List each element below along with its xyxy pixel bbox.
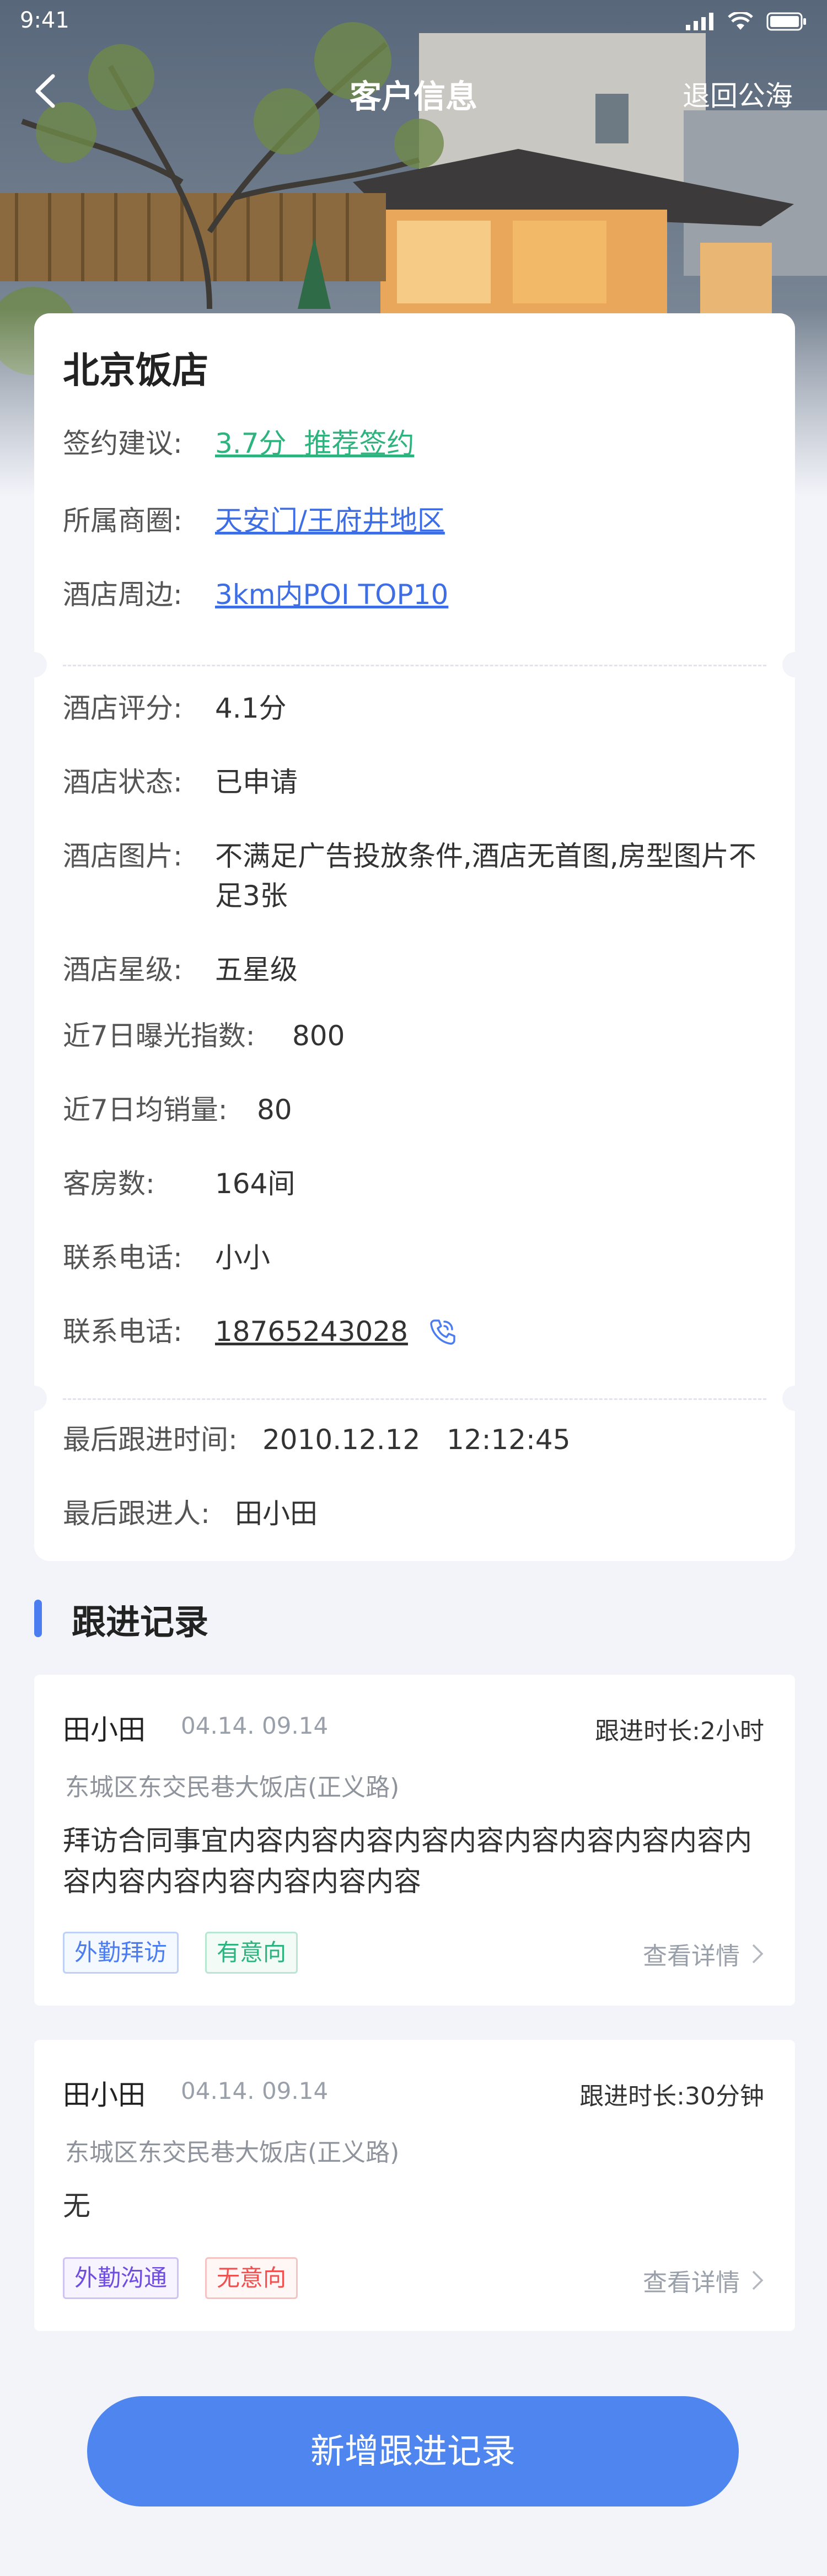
card-notch-left bbox=[22, 652, 47, 677]
business-district-link[interactable]: 天安门/王府井地区 bbox=[215, 501, 445, 541]
dashed-divider bbox=[63, 665, 766, 666]
status-icons bbox=[686, 12, 807, 31]
detail-label: 酒店状态: bbox=[63, 766, 182, 798]
record-person: 田小田 bbox=[63, 1714, 146, 1746]
last-followup-person-value: 田小田 bbox=[235, 1498, 318, 1530]
detail-row-images: 酒店图片: 不满足广告投放条件,酒店无首图,房型图片不足3张 bbox=[63, 836, 774, 916]
return-to-pool-button[interactable]: 退回公海 bbox=[683, 74, 793, 114]
nearby-poi-link[interactable]: 3km内POI TOP10 bbox=[215, 575, 448, 614]
phone-call-icon[interactable] bbox=[427, 1316, 458, 1347]
nearby-poi-row: 酒店周边: 3km内POI TOP10 bbox=[63, 575, 448, 614]
view-detail-link[interactable]: 查看详情 bbox=[643, 2263, 764, 2298]
followup-records-title: 跟进记录 bbox=[72, 1602, 209, 1642]
view-detail-label: 查看详情 bbox=[643, 1942, 740, 1970]
chevron-right-icon bbox=[752, 2270, 764, 2290]
detail-value: 小小 bbox=[215, 1242, 270, 1274]
detail-row-rooms: 客房数: 164间 bbox=[63, 1164, 295, 1204]
record-address: 东城区东交民巷大饭店(正义路) bbox=[65, 2139, 400, 2167]
detail-row-contact-name: 联系电话: 小小 bbox=[63, 1238, 270, 1278]
detail-row-stars: 酒店星级: 五星级 bbox=[63, 950, 298, 990]
signing-suggestion-link[interactable]: 3.7分 推荐签约 bbox=[215, 424, 414, 463]
card-notch-right bbox=[782, 652, 808, 677]
last-followup-time-label: 最后跟进时间: bbox=[63, 1424, 238, 1456]
add-followup-record-button[interactable]: 新增跟进记录 bbox=[87, 2396, 739, 2506]
nearby-poi-label: 酒店周边: bbox=[63, 579, 182, 611]
customer-info-card: 北京饭店 签约建议: 3.7分 推荐签约 所属商圈: 天安门/王府井地区 酒店周… bbox=[22, 313, 808, 1561]
card-notch-left bbox=[22, 1386, 47, 1411]
status-time: 9:41 bbox=[20, 8, 69, 33]
status-bar: 9:41 bbox=[0, 0, 827, 44]
last-followup-person-label: 最后跟进人: bbox=[63, 1498, 210, 1530]
record-address: 东城区东交民巷大饭店(正义路) bbox=[65, 1773, 400, 1802]
detail-value: 已申请 bbox=[215, 766, 298, 798]
detail-value: 4.1分 bbox=[215, 692, 287, 724]
battery-icon bbox=[766, 12, 806, 31]
detail-row-contact-phone: 联系电话: 18765243028 bbox=[63, 1312, 458, 1351]
signing-score: 3.7分 bbox=[215, 427, 287, 459]
last-followup-time-value: 2010.12.12 12:12:45 bbox=[262, 1424, 571, 1456]
tag-visit-type: 外勤拜访 bbox=[63, 1932, 179, 1974]
card-notch-right bbox=[782, 1386, 808, 1411]
detail-label: 酒店星级: bbox=[63, 954, 182, 986]
detail-value: 164间 bbox=[215, 1168, 296, 1200]
record-time: 04.14. 09.14 bbox=[181, 1712, 329, 1739]
phone-number-link[interactable]: 18765243028 bbox=[215, 1312, 408, 1351]
hotel-name: 北京饭店 bbox=[63, 349, 208, 392]
signing-advice: 推荐签约 bbox=[304, 427, 415, 459]
record-content: 无 bbox=[63, 2190, 90, 2222]
view-detail-label: 查看详情 bbox=[643, 2269, 740, 2297]
detail-row-status: 酒店状态: 已申请 bbox=[63, 762, 298, 802]
dashed-divider bbox=[63, 1398, 766, 1400]
detail-label: 联系电话: bbox=[63, 1316, 182, 1348]
signing-suggestion-row: 签约建议: 3.7分 推荐签约 bbox=[63, 424, 414, 463]
detail-value: 80 bbox=[257, 1094, 292, 1126]
detail-label: 近7日曝光指数: bbox=[63, 1020, 255, 1052]
tag-intention: 无意向 bbox=[205, 2257, 298, 2299]
chevron-right-icon bbox=[752, 1944, 764, 1964]
business-district-label: 所属商圈: bbox=[63, 505, 182, 537]
detail-label: 近7日均销量: bbox=[63, 1094, 228, 1126]
wifi-icon bbox=[728, 12, 753, 30]
business-district-row: 所属商圈: 天安门/王府井地区 bbox=[63, 501, 445, 541]
detail-label: 酒店评分: bbox=[63, 692, 182, 724]
cellular-signal-icon bbox=[686, 13, 713, 30]
record-time: 04.14. 09.14 bbox=[181, 2077, 329, 2104]
view-detail-link[interactable]: 查看详情 bbox=[643, 1936, 764, 1971]
section-accent-bar bbox=[34, 1600, 42, 1637]
last-followup-time-row: 最后跟进时间: 2010.12.12 12:12:45 bbox=[63, 1420, 571, 1460]
nav-bar: 客户信息 退回公海 bbox=[0, 55, 827, 127]
followup-record-card[interactable]: 田小田 04.14. 09.14 跟进时长:30分钟 东城区东交民巷大饭店(正义… bbox=[34, 2040, 795, 2331]
tag-intention: 有意向 bbox=[205, 1932, 298, 1974]
detail-row-rating: 酒店评分: 4.1分 bbox=[63, 688, 287, 728]
detail-row-exposure: 近7日曝光指数: 800 bbox=[63, 1016, 345, 1056]
followup-record-card[interactable]: 田小田 04.14. 09.14 跟进时长:2小时 东城区东交民巷大饭店(正义路… bbox=[34, 1675, 795, 2006]
detail-label: 酒店图片: bbox=[63, 840, 182, 872]
record-content: 拜访合同事宜内容内容内容内容内容内容内容内容内容内容内容内容内容内容内容内容 bbox=[63, 1825, 752, 1898]
record-duration: 跟进时长:2小时 bbox=[595, 1717, 764, 1745]
detail-label: 客房数: bbox=[63, 1168, 155, 1200]
detail-value: 800 bbox=[292, 1020, 345, 1052]
detail-value: 不满足广告投放条件,酒店无首图,房型图片不足3张 bbox=[215, 840, 756, 912]
tag-visit-type: 外勤沟通 bbox=[63, 2257, 179, 2299]
detail-value: 五星级 bbox=[215, 954, 298, 986]
record-duration: 跟进时长:30分钟 bbox=[579, 2082, 764, 2110]
last-followup-person-row: 最后跟进人: 田小田 bbox=[63, 1494, 318, 1533]
detail-row-sales: 近7日均销量: 80 bbox=[63, 1090, 292, 1130]
detail-label: 联系电话: bbox=[63, 1242, 182, 1274]
signing-suggestion-label: 签约建议: bbox=[63, 427, 182, 459]
record-person: 田小田 bbox=[63, 2079, 146, 2111]
